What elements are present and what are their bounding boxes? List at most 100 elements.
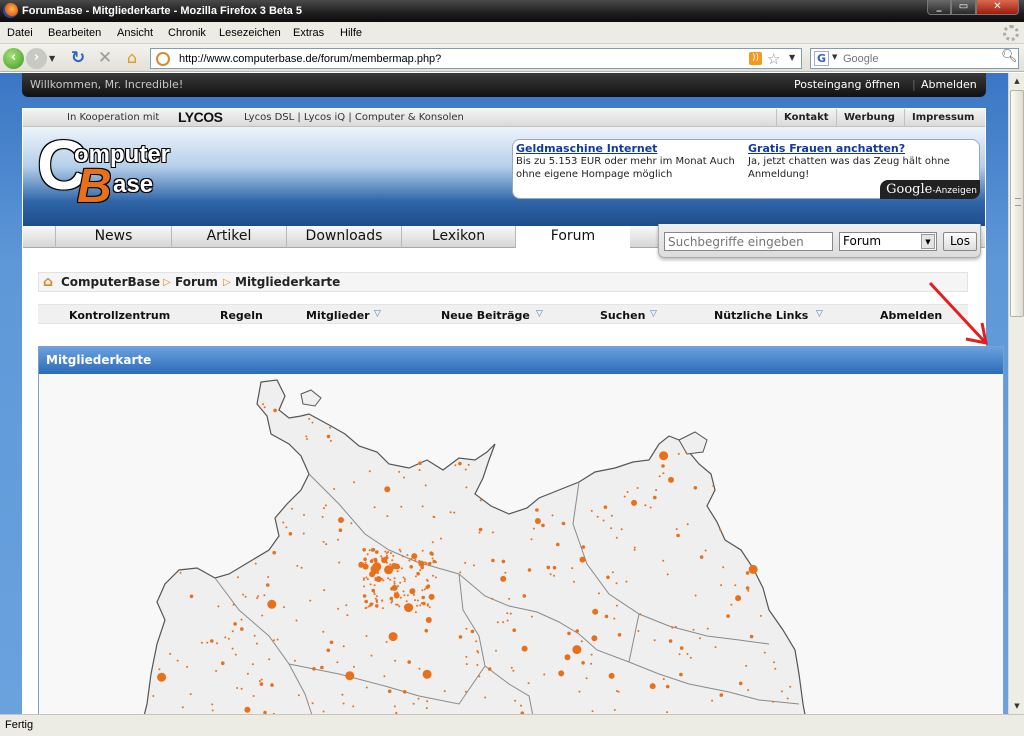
member-marker[interactable] — [623, 495, 626, 498]
member-marker[interactable] — [365, 576, 368, 579]
member-marker[interactable] — [375, 550, 379, 554]
member-marker[interactable] — [512, 628, 516, 632]
member-marker[interactable] — [352, 705, 355, 708]
member-marker[interactable] — [668, 639, 673, 643]
member-marker[interactable] — [329, 640, 334, 645]
member-marker[interactable] — [262, 403, 265, 406]
member-marker[interactable] — [591, 710, 594, 713]
member-marker[interactable] — [393, 586, 396, 589]
member-marker[interactable] — [308, 417, 311, 420]
member-marker[interactable] — [633, 546, 636, 549]
member-marker[interactable] — [414, 599, 416, 602]
member-marker[interactable] — [338, 561, 341, 564]
member-marker[interactable] — [608, 672, 615, 679]
member-marker[interactable] — [649, 683, 656, 690]
member-marker[interactable] — [240, 627, 244, 631]
member-marker[interactable] — [152, 695, 155, 697]
member-marker[interactable] — [337, 538, 339, 541]
member-marker[interactable] — [391, 559, 394, 562]
lycos-logo[interactable]: LYCOS — [178, 109, 223, 125]
member-marker[interactable] — [181, 706, 184, 709]
url-dropdown-icon[interactable]: ▼ — [789, 53, 795, 62]
member-marker[interactable] — [410, 558, 413, 561]
home-button[interactable]: ⌂ — [123, 48, 141, 69]
member-marker[interactable] — [659, 451, 669, 461]
member-marker[interactable] — [157, 672, 167, 682]
ad-1-title[interactable]: Geldmaschine Internet — [516, 142, 744, 155]
member-marker[interactable] — [384, 486, 391, 493]
member-marker[interactable] — [296, 564, 299, 567]
search-go-button[interactable]: Los — [943, 232, 977, 251]
google-engine-icon[interactable]: G — [814, 51, 829, 66]
member-marker[interactable] — [261, 614, 264, 617]
maximize-button[interactable]: ▭ — [951, 0, 976, 15]
member-marker[interactable] — [747, 689, 750, 692]
back-button[interactable]: ‹ — [3, 48, 24, 69]
member-marker[interactable] — [434, 576, 437, 579]
member-marker[interactable] — [329, 426, 331, 429]
member-marker[interactable] — [364, 607, 367, 610]
member-marker[interactable] — [397, 585, 400, 588]
member-marker[interactable] — [393, 580, 396, 583]
member-marker[interactable] — [581, 661, 585, 665]
member-marker[interactable] — [376, 601, 379, 604]
site-identity-icon[interactable] — [156, 52, 170, 66]
member-marker[interactable] — [786, 697, 789, 700]
member-marker[interactable] — [404, 578, 406, 581]
member-marker[interactable] — [655, 489, 658, 491]
member-marker[interactable] — [578, 690, 581, 693]
member-marker[interactable] — [527, 568, 532, 572]
member-marker[interactable] — [389, 563, 392, 566]
stop-button[interactable]: ✕ — [96, 48, 114, 69]
member-marker[interactable] — [422, 669, 432, 679]
member-marker[interactable] — [636, 487, 639, 489]
member-marker[interactable] — [443, 690, 446, 693]
reload-button[interactable]: ↻ — [69, 48, 87, 69]
member-marker[interactable] — [306, 438, 309, 440]
member-marker[interactable] — [350, 522, 353, 525]
url-text[interactable]: http://www.computerbase.de/forum/memberm… — [179, 53, 441, 65]
member-marker[interactable] — [375, 604, 379, 608]
ad-1[interactable]: Geldmaschine Internet Bis zu 5.153 EUR o… — [516, 142, 744, 181]
member-marker[interactable] — [610, 514, 613, 517]
member-marker[interactable] — [321, 515, 324, 518]
member-marker[interactable] — [789, 685, 792, 688]
member-marker[interactable] — [366, 553, 369, 556]
member-marker[interactable] — [363, 585, 366, 588]
member-marker[interactable] — [346, 614, 349, 617]
member-marker[interactable] — [342, 645, 345, 648]
member-marker[interactable] — [773, 661, 775, 664]
member-marker[interactable] — [233, 622, 237, 626]
member-marker[interactable] — [217, 605, 220, 608]
member-marker[interactable] — [345, 604, 348, 607]
member-marker[interactable] — [393, 582, 396, 585]
member-marker[interactable] — [454, 464, 457, 467]
member-marker[interactable] — [774, 667, 777, 670]
site-search-input[interactable] — [664, 232, 833, 251]
chevron-down-icon[interactable]: ▽ — [650, 309, 657, 319]
member-marker[interactable] — [373, 591, 375, 594]
member-marker[interactable] — [567, 631, 571, 636]
rss-feed-icon[interactable]: )) — [749, 52, 762, 65]
member-marker[interactable] — [686, 523, 689, 526]
member-marker[interactable] — [409, 588, 416, 595]
member-marker[interactable] — [372, 574, 375, 577]
scroll-up-arrow-icon[interactable]: ▲ — [1009, 73, 1024, 89]
breadcrumb-computerbase[interactable]: ComputerBase — [61, 275, 160, 289]
member-marker[interactable] — [408, 559, 411, 562]
member-marker[interactable] — [592, 608, 599, 615]
member-marker[interactable] — [573, 580, 575, 583]
member-marker[interactable] — [390, 587, 394, 591]
member-marker[interactable] — [596, 515, 599, 518]
member-marker[interactable] — [227, 637, 230, 640]
member-marker[interactable] — [637, 630, 640, 632]
member-marker[interactable] — [602, 519, 605, 522]
member-marker[interactable] — [381, 607, 384, 610]
member-marker[interactable] — [359, 565, 362, 568]
member-marker[interactable] — [324, 504, 327, 507]
member-marker[interactable] — [412, 702, 415, 705]
member-marker[interactable] — [677, 452, 680, 455]
member-marker[interactable] — [369, 583, 372, 586]
member-marker[interactable] — [276, 638, 279, 641]
member-marker[interactable] — [169, 652, 172, 655]
